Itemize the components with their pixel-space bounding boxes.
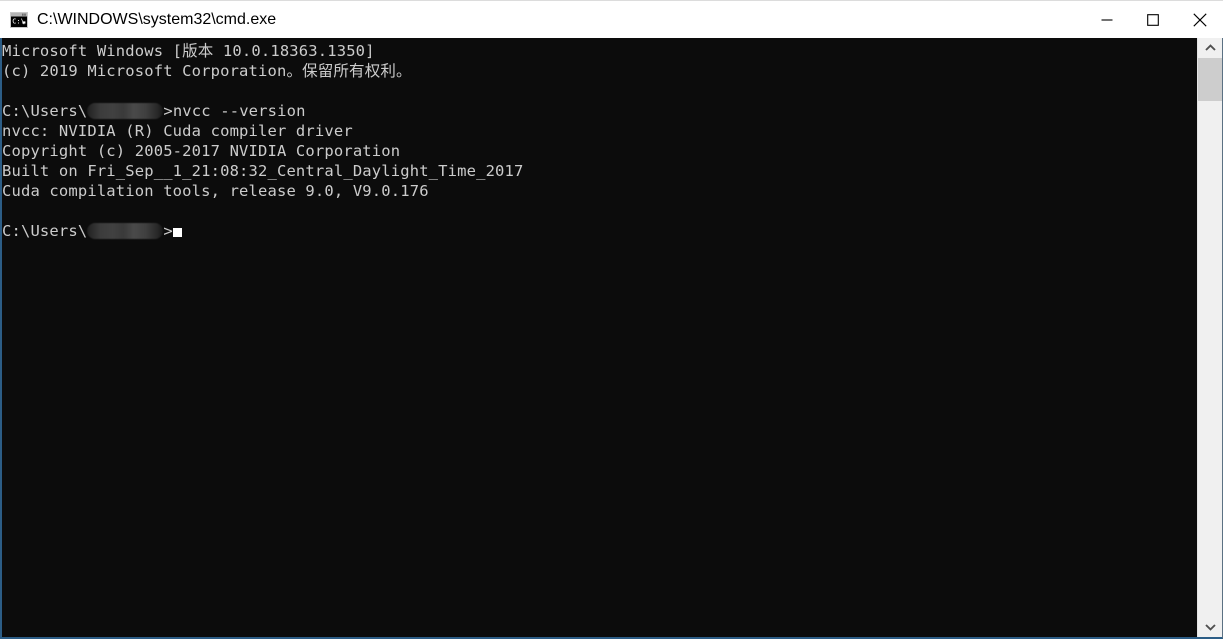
scrollbar-track[interactable] [1198, 58, 1222, 617]
maximize-button[interactable] [1130, 1, 1176, 38]
close-button[interactable] [1176, 1, 1223, 38]
window-title: C:\WINDOWS\system32\cmd.exe [37, 11, 277, 28]
minimize-icon [1101, 14, 1113, 26]
terminal-line: Microsoft Windows [版本 10.0.18363.1350] [2, 42, 375, 60]
terminal-screen[interactable]: Microsoft Windows [版本 10.0.18363.1350] (c… [2, 38, 1197, 637]
terminal-area: Microsoft Windows [版本 10.0.18363.1350] (c… [0, 38, 1223, 639]
prompt-path: C:\Users\ [2, 102, 88, 120]
cmd-console-icon[interactable]: C:\ [10, 11, 28, 28]
scroll-up-arrow[interactable] [1198, 38, 1222, 58]
redacted-username [87, 103, 164, 119]
terminal-prompt-line: C:\Users\ >nvcc --version [2, 101, 524, 121]
scroll-down-arrow[interactable] [1198, 617, 1222, 637]
close-icon [1192, 12, 1207, 27]
redacted-username [87, 223, 164, 239]
vertical-scrollbar[interactable] [1197, 38, 1222, 637]
terminal-prompt-line: C:\Users\ > [2, 221, 524, 241]
window-controls [1084, 1, 1223, 38]
terminal-line: Copyright (c) 2005-2017 NVIDIA Corporati… [2, 142, 401, 160]
terminal-line: Cuda compilation tools, release 9.0, V9.… [2, 182, 429, 200]
cmd-window: C:\ C:\WINDOWS\system32\cmd.exe Microsof… [0, 0, 1223, 639]
title-bar[interactable]: C:\ C:\WINDOWS\system32\cmd.exe [0, 0, 1223, 38]
terminal-line: (c) 2019 Microsoft Corporation。保留所有权利。 [2, 62, 412, 80]
terminal-line: nvcc: NVIDIA (R) Cuda compiler driver [2, 122, 353, 140]
terminal-line: Built on Fri_Sep__1_21:08:32_Central_Day… [2, 162, 524, 180]
maximize-icon [1147, 13, 1159, 26]
minimize-button[interactable] [1084, 1, 1130, 38]
prompt-command: >nvcc --version [163, 102, 306, 120]
scrollbar-thumb[interactable] [1198, 58, 1222, 101]
prompt-command: > [163, 222, 173, 240]
prompt-path: C:\Users\ [2, 222, 88, 240]
terminal-output: Microsoft Windows [版本 10.0.18363.1350] (c… [2, 41, 524, 241]
text-cursor [172, 228, 182, 237]
